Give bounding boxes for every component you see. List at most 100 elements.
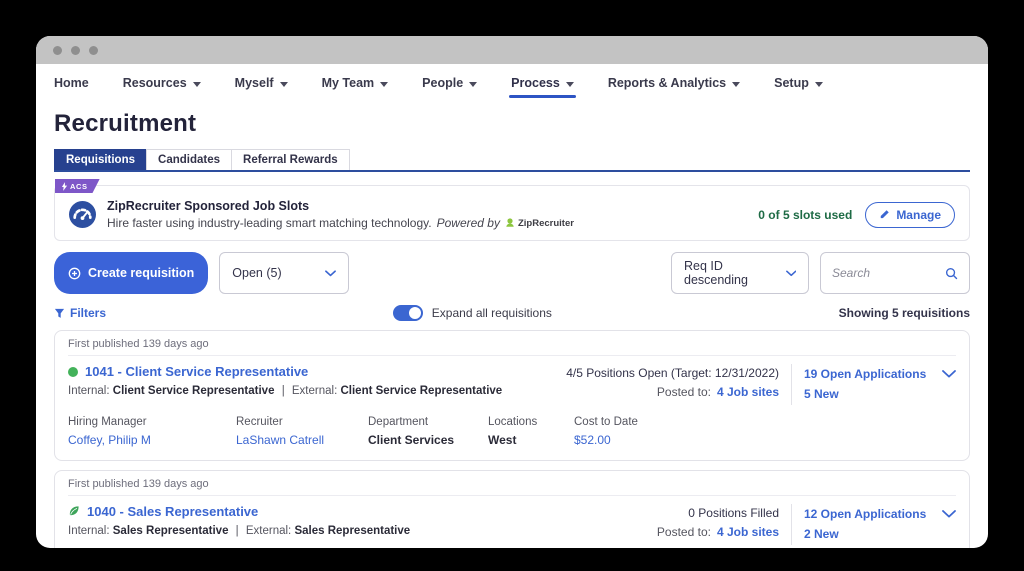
expand-toggle-group: Expand all requisitions [393,305,552,321]
page-content: Home Resources Myself My Team People [36,76,988,548]
window-control-dot[interactable] [53,46,62,55]
vertical-divider [791,504,792,545]
open-applications-link[interactable]: 19 Open Applications [804,364,930,384]
nav-item-label: Resources [123,76,187,90]
recruiter-link[interactable]: LaShawn Catrell [236,433,368,447]
manage-button-label: Manage [896,208,941,222]
job-sites-link[interactable]: 4 Job sites [717,525,779,539]
search-input[interactable] [832,266,940,280]
window-titlebar [36,36,988,64]
vertical-divider [791,364,792,405]
sort-select[interactable]: Req ID descending [671,252,809,294]
requisition-title-link[interactable]: 1040 - Sales Representative [87,504,258,519]
chevron-down-icon [193,82,201,87]
external-label: External: [292,385,337,397]
new-applications-link[interactable]: 5 New [804,384,930,404]
tab-referral-rewards[interactable]: Referral Rewards [231,149,350,170]
nav-item-home[interactable]: Home [54,76,89,98]
internal-label: Internal: [68,385,110,397]
chevron-down-icon [469,82,477,87]
banner-title: ZipRecruiter Sponsored Job Slots [107,199,574,213]
internal-value: Client Service Representative [113,385,275,397]
nav-item-process[interactable]: Process [511,76,574,98]
job-sites-link[interactable]: 4 Job sites [717,385,779,399]
nav-item-resources[interactable]: Resources [123,76,201,98]
filters-button[interactable]: Filters [54,306,106,320]
tab-bar: Requisitions Candidates Referral Rewards [54,149,970,172]
plus-circle-icon [68,267,81,280]
ziprecruiter-banner: ACS ZipRecruiter Sponsored Job Slots Hir… [54,185,970,241]
field-label: Hiring Manager [68,416,236,428]
cost-to-date-link[interactable]: $52.00 [574,433,684,447]
create-requisition-button[interactable]: Create requisition [54,252,208,294]
chevron-down-icon [325,270,336,277]
powered-by-label: Powered by [437,216,500,230]
chevron-down-icon [280,82,288,87]
requisition-card: First published 139 days ago 1041 - Clie… [54,330,970,461]
leaf-icon [68,505,80,517]
results-count: Showing 5 requisitions [839,306,970,320]
window-control-dot[interactable] [71,46,80,55]
expand-all-toggle[interactable] [393,305,423,321]
status-dot-icon [68,367,78,377]
nav-item-label: My Team [322,76,375,90]
nav-item-people[interactable]: People [422,76,477,98]
top-navigation: Home Resources Myself My Team People [54,76,970,98]
department-value: Client Services [368,433,488,447]
nav-item-label: Process [511,76,560,90]
nav-item-setup[interactable]: Setup [774,76,823,98]
tab-requisitions[interactable]: Requisitions [54,149,147,170]
tab-candidates[interactable]: Candidates [146,149,232,170]
open-applications-link[interactable]: 12 Open Applications [804,504,930,524]
chevron-down-icon [786,270,797,277]
internal-label: Internal: [68,525,110,537]
field-label: Department [368,416,488,428]
lightning-icon [61,182,68,191]
separator: | [236,525,239,537]
nav-item-label: Myself [235,76,274,90]
expand-toggle-label: Expand all requisitions [432,306,552,320]
search-icon[interactable] [945,267,958,280]
ziprecruiter-logo: ZipRecruiter [505,218,574,229]
hiring-manager-link[interactable]: Coffey, Philip M [68,433,236,447]
nav-item-myself[interactable]: Myself [235,76,288,98]
sort-value: Req ID descending [684,259,786,287]
create-requisition-label: Create requisition [88,266,194,280]
internal-external-names: Internal: Sales Representative | Externa… [68,525,657,537]
new-applications-link[interactable]: 2 New [804,524,930,544]
collapse-chevron-icon[interactable] [942,365,956,405]
requisition-title-link[interactable]: 1041 - Client Service Representative [85,364,308,379]
screenshot-stage: Home Resources Myself My Team People [0,0,1024,571]
nav-item-reports-analytics[interactable]: Reports & Analytics [608,76,740,98]
window-control-dot[interactable] [89,46,98,55]
requisition-controls: Create requisition Open (5) Req ID desce… [54,252,970,294]
search-box [820,252,970,294]
chevron-down-icon [566,82,574,87]
requisition-card: First published 139 days ago 1040 - Sale… [54,470,970,548]
acs-tag: ACS [55,179,100,193]
toggle-knob [409,307,421,319]
chevron-down-icon [732,82,740,87]
status-filter-select[interactable]: Open (5) [219,252,349,294]
external-value: Sales Representative [294,525,410,537]
internal-external-names: Internal: Client Service Representative … [68,385,566,397]
nav-item-label: Home [54,76,89,90]
ziprecruiter-logo-text: ZipRecruiter [518,218,574,229]
slots-used-status: 0 of 5 slots used [758,208,852,222]
page-title: Recruitment [54,110,970,138]
locations-value: West [488,433,574,447]
manage-button[interactable]: Manage [865,202,955,228]
banner-subtitle: Hire faster using industry-leading smart… [107,216,574,230]
collapse-chevron-icon[interactable] [942,505,956,545]
nav-item-label: Reports & Analytics [608,76,726,90]
positions-status: 4/5 Positions Open (Target: 12/31/2022) [566,364,779,383]
field-label: Recruiter [236,416,368,428]
chevron-down-icon [380,82,388,87]
nav-item-my-team[interactable]: My Team [322,76,389,98]
requisition-fields: Hiring Manager Coffey, Philip M Recruite… [68,416,956,447]
ziprecruiter-logo-icon [505,218,515,228]
chevron-down-icon [815,82,823,87]
external-label: External: [246,525,291,537]
posted-to-label: Posted to: [657,525,711,539]
field-label: Cost to Date [574,416,684,428]
